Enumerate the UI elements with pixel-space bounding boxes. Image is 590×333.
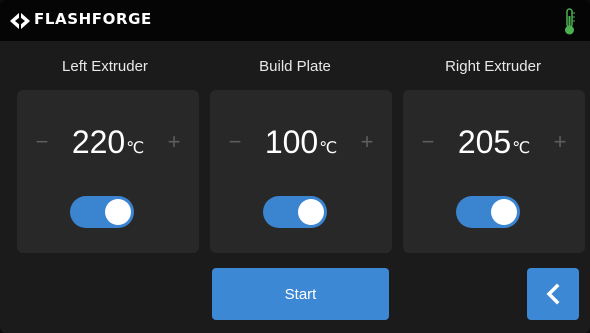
left-extruder-toggle[interactable] <box>70 196 134 228</box>
right-extruder-toggle[interactable] <box>456 196 520 228</box>
chevron-left-icon <box>546 283 560 305</box>
right-extruder-temp-value: 205 <box>457 124 512 160</box>
build-plate-card: − 100℃ + <box>210 90 392 253</box>
left-extruder-card: − 220℃ + <box>17 90 199 253</box>
left-extruder-title: Left Extruder <box>62 58 148 75</box>
flashforge-logo-icon <box>10 12 30 30</box>
toggle-knob <box>298 199 324 225</box>
right-extruder-card: − 205℃ + <box>403 90 585 253</box>
toggle-knob <box>491 199 517 225</box>
right-extruder-title: Right Extruder <box>445 58 541 75</box>
left-extruder-increase-button[interactable]: + <box>159 130 189 154</box>
temperature-screen: FLASHFORGE Left Extruder − 220℃ + Build … <box>0 0 590 333</box>
build-plate-temp-unit: ℃ <box>319 140 338 157</box>
left-extruder-temp-unit: ℃ <box>126 140 145 157</box>
thermometer-icon <box>565 8 575 35</box>
toggle-knob <box>105 199 131 225</box>
brand-name: FLASHFORGE <box>34 10 152 28</box>
build-plate-title: Build Plate <box>259 58 331 75</box>
top-bar: FLASHFORGE <box>0 0 590 41</box>
right-extruder-increase-button[interactable]: + <box>545 130 575 154</box>
build-plate-toggle[interactable] <box>263 196 327 228</box>
build-plate-temp-value: 100 <box>264 124 319 160</box>
build-plate-increase-button[interactable]: + <box>352 130 382 154</box>
back-button[interactable] <box>527 268 579 320</box>
start-button[interactable]: Start <box>212 268 389 320</box>
right-extruder-temp-unit: ℃ <box>512 140 531 157</box>
left-extruder-temp-value: 220 <box>71 124 126 160</box>
